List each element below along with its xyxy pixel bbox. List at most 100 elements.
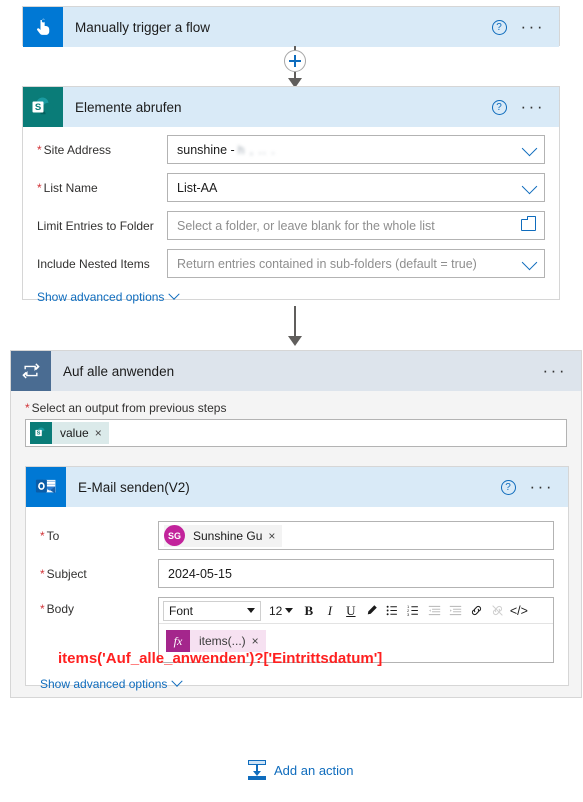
required-marker: * — [40, 528, 45, 543]
to-input[interactable]: SG Sunshine Gu × — [158, 521, 554, 550]
avatar: SG — [164, 525, 185, 546]
remove-token-icon[interactable]: × — [95, 426, 109, 440]
more-menu-icon[interactable]: ··· — [543, 362, 567, 379]
send-email-title: E-Mail senden(V2) — [78, 479, 190, 495]
select-output-label: * Select an output from previous steps — [25, 401, 227, 415]
chevron-down-icon[interactable] — [521, 254, 538, 270]
remove-recipient-icon[interactable]: × — [268, 529, 282, 543]
apply-to-each-card[interactable]: Auf alle anwenden ··· * Select an output … — [10, 350, 582, 698]
show-advanced-options-send-email[interactable]: Show advanced options — [40, 675, 554, 691]
bold-button[interactable]: B — [298, 600, 319, 621]
numbered-list-icon[interactable]: 1 2 3 — [403, 600, 424, 621]
loop-icon — [11, 351, 51, 391]
unlink-icon[interactable] — [487, 600, 508, 621]
font-size-value: 12 — [269, 603, 283, 618]
get-items-card-header[interactable]: S Elemente abrufen ? ··· — [23, 87, 559, 127]
connector-arrow-2 — [288, 336, 302, 346]
recipient-name: Sunshine Gu — [193, 528, 263, 543]
sharepoint-icon: S — [23, 87, 63, 127]
more-menu-icon[interactable]: ··· — [521, 98, 545, 115]
editor-toolbar: Font 12 B I U 1 2 3 </> — [159, 598, 553, 624]
chevron-down-icon — [171, 675, 184, 687]
value-token-label: value — [60, 426, 89, 440]
get-items-card-body: * Site Address sunshine - h , .. . * List … — [23, 127, 559, 314]
italic-button[interactable]: I — [319, 600, 340, 621]
field-label-list-name: * List Name — [37, 180, 98, 195]
send-email-header[interactable]: E-Mail senden(V2) ? ··· — [26, 467, 568, 507]
required-marker: * — [40, 566, 45, 581]
subject-value: 2024-05-15 — [168, 566, 232, 581]
trigger-card[interactable]: Manually trigger a flow ? ··· — [22, 6, 560, 47]
value-token[interactable]: S value × — [30, 422, 109, 444]
field-label-to: * To — [40, 528, 60, 543]
insert-step-button-1[interactable] — [284, 50, 306, 72]
recipient-chip[interactable]: SG Sunshine Gu × — [164, 524, 283, 547]
site-address-redacted: h , .. . — [237, 142, 276, 157]
required-marker: * — [37, 180, 42, 195]
chevron-down-icon — [168, 288, 181, 300]
decrease-indent-icon[interactable] — [424, 600, 445, 621]
more-menu-icon[interactable]: ··· — [521, 18, 545, 35]
bulleted-list-icon[interactable] — [382, 600, 403, 621]
flow-designer-canvas: Manually trigger a flow ? ··· S Elemente… — [0, 0, 583, 802]
avatar-initials: SG — [167, 530, 181, 541]
field-label-include-nested: Include Nested Items — [37, 256, 150, 271]
remove-token-icon[interactable]: × — [252, 634, 266, 648]
font-size-select[interactable]: 12 — [269, 603, 294, 618]
increase-indent-icon[interactable] — [445, 600, 466, 621]
hand-tap-icon — [23, 7, 63, 47]
field-label-limit-entries: Limit Entries to Folder — [37, 218, 154, 233]
help-icon[interactable]: ? — [500, 479, 516, 495]
limit-entries-placeholder: Select a folder, or leave blank for the … — [177, 218, 435, 233]
add-an-action-button[interactable]: Add an action — [248, 760, 354, 780]
underline-button[interactable]: U — [340, 600, 361, 621]
field-label-body: * Body — [40, 602, 75, 616]
folder-icon[interactable] — [521, 216, 536, 231]
text-color-icon[interactable] — [361, 600, 382, 621]
add-an-action-label: Add an action — [274, 762, 354, 778]
link-icon[interactable] — [466, 600, 487, 621]
apply-to-each-header[interactable]: Auf alle anwenden ··· — [11, 351, 581, 391]
font-family-select[interactable]: Font — [163, 600, 261, 621]
required-marker: * — [25, 401, 30, 415]
svg-text:S: S — [35, 102, 41, 113]
chevron-down-icon[interactable] — [521, 178, 538, 194]
get-items-card[interactable]: S Elemente abrufen ? ··· * Site Address s… — [22, 86, 560, 304]
show-advanced-options-label: Show advanced options — [37, 290, 165, 304]
subject-input[interactable]: 2024-05-15 — [158, 559, 554, 588]
field-label-subject: * Subject — [40, 566, 87, 581]
fx-icon: fx — [166, 630, 190, 652]
code-view-icon[interactable]: </> — [508, 600, 529, 621]
trigger-card-actions: ? ··· — [491, 18, 559, 35]
required-marker: * — [37, 142, 42, 157]
insert-action-icon — [248, 760, 266, 780]
sharepoint-icon: S — [30, 422, 52, 444]
list-name-input[interactable]: List-AA — [167, 173, 545, 202]
svg-text:S: S — [36, 431, 40, 437]
field-row-include-nested: Include Nested Items Return entries cont… — [37, 249, 545, 278]
help-icon[interactable]: ? — [491, 99, 507, 115]
trigger-card-header[interactable]: Manually trigger a flow ? ··· — [23, 7, 559, 47]
apply-to-each-title: Auf alle anwenden — [63, 363, 175, 379]
field-label-site-address: * Site Address — [37, 142, 112, 157]
more-menu-icon[interactable]: ··· — [530, 478, 554, 495]
apply-to-each-actions: ··· — [543, 362, 581, 379]
site-address-input[interactable]: sunshine - h , .. . — [167, 135, 545, 164]
show-advanced-options-get-items[interactable]: Show advanced options — [37, 288, 545, 304]
send-email-body: * To SG Sunshine Gu × * Subject 2024-05-… — [26, 507, 568, 701]
expression-token[interactable]: fx items(...) × — [166, 630, 266, 652]
send-email-actions: ? ··· — [500, 478, 568, 495]
outlook-icon — [26, 467, 66, 507]
expression-token-label: items(...) — [199, 634, 246, 648]
site-address-value: sunshine - — [177, 142, 235, 157]
list-name-value: List-AA — [177, 180, 218, 195]
include-nested-input[interactable]: Return entries contained in sub-folders … — [167, 249, 545, 278]
chevron-down-icon — [285, 608, 294, 613]
field-row-list-name: * List Name List-AA — [37, 173, 545, 202]
limit-entries-input[interactable]: Select a folder, or leave blank for the … — [167, 211, 545, 240]
chevron-down-icon[interactable] — [521, 140, 538, 156]
font-family-value: Font — [169, 603, 194, 618]
help-icon[interactable]: ? — [491, 19, 507, 35]
annotation-expression: items('Auf_alle_anwenden')?['Eintrittsda… — [58, 650, 383, 667]
select-output-input[interactable]: S value × — [25, 419, 567, 447]
